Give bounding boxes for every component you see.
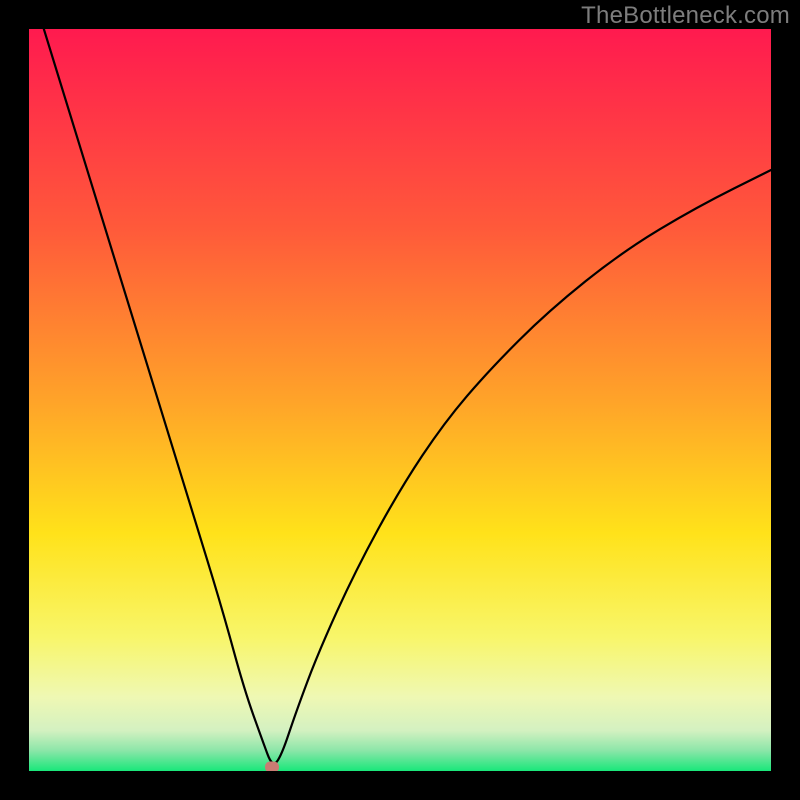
chart-frame: TheBottleneck.com xyxy=(0,0,800,800)
plot-area xyxy=(29,29,771,771)
gradient-background xyxy=(29,29,771,771)
watermark-text: TheBottleneck.com xyxy=(581,2,790,30)
optimal-point-marker xyxy=(265,762,279,771)
bottleneck-chart-svg xyxy=(29,29,771,771)
